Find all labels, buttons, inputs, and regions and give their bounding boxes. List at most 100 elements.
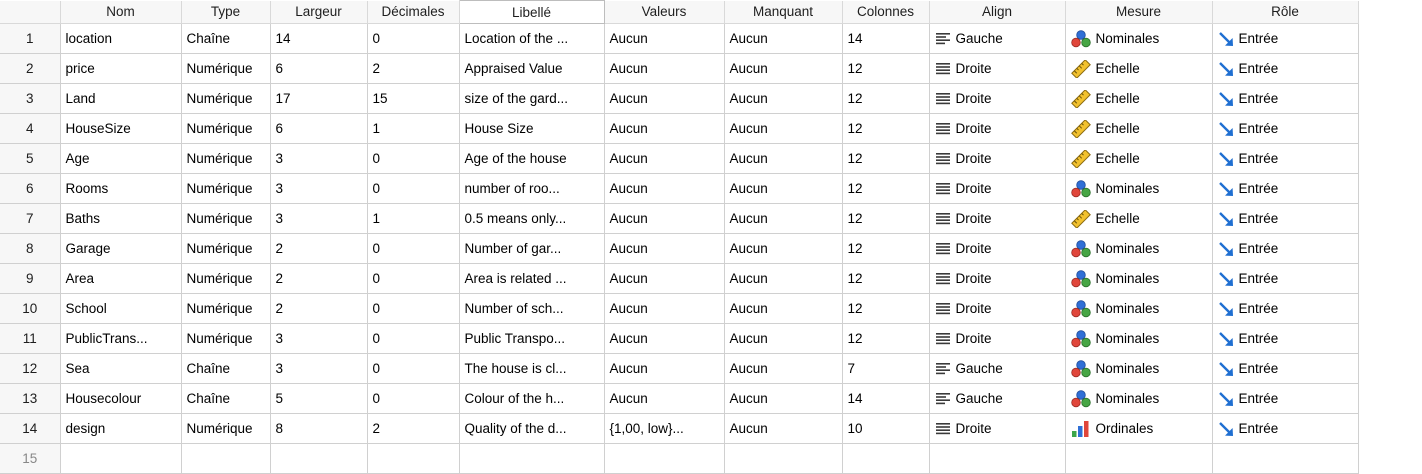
cell-align[interactable]: Droite xyxy=(929,143,1066,174)
cell-mesure[interactable]: Nominales xyxy=(1065,323,1213,354)
cell-colonnes[interactable]: 12 xyxy=(842,323,930,354)
cell-role[interactable]: Entrée xyxy=(1212,353,1359,384)
cell-nom[interactable]: location xyxy=(60,23,182,54)
column-header-colonnes[interactable]: Colonnes xyxy=(842,0,930,24)
cell-decimales[interactable]: 1 xyxy=(367,113,460,144)
cell-largeur[interactable]: 8 xyxy=(270,413,368,444)
cell-role[interactable]: Entrée xyxy=(1212,113,1359,144)
cell-largeur[interactable]: 3 xyxy=(270,353,368,384)
cell-nom[interactable]: Land xyxy=(60,83,182,114)
column-header-type[interactable]: Type xyxy=(181,0,271,24)
cell-nom[interactable]: PublicTrans... xyxy=(60,323,182,354)
cell-valeurs[interactable]: Aucun xyxy=(604,53,725,84)
cell-role[interactable]: Entrée xyxy=(1212,263,1359,294)
cell-colonnes[interactable]: 12 xyxy=(842,263,930,294)
cell-largeur[interactable]: 5 xyxy=(270,383,368,414)
cell-decimales[interactable]: 1 xyxy=(367,203,460,234)
cell-align[interactable]: Droite xyxy=(929,53,1066,84)
cell-decimales[interactable]: 0 xyxy=(367,323,460,354)
cell-nom[interactable]: price xyxy=(60,53,182,84)
cell-nom[interactable]: Housecolour xyxy=(60,383,182,414)
row-number[interactable]: 14 xyxy=(0,413,61,444)
cell-largeur[interactable]: 2 xyxy=(270,233,368,264)
cell-decimales[interactable]: 0 xyxy=(367,23,460,54)
cell-type[interactable]: Numérique xyxy=(181,203,271,234)
cell-role[interactable]: Entrée xyxy=(1212,143,1359,174)
cell-libelle[interactable]: Number of gar... xyxy=(459,233,605,264)
cell-valeurs[interactable]: Aucun xyxy=(604,383,725,414)
cell-align[interactable]: Droite xyxy=(929,203,1066,234)
cell-align[interactable]: Gauche xyxy=(929,23,1066,54)
cell-manquant[interactable]: Aucun xyxy=(724,323,843,354)
cell-align[interactable]: Droite xyxy=(929,173,1066,204)
row-number[interactable]: 4 xyxy=(0,113,61,144)
column-header-role[interactable]: Rôle xyxy=(1212,0,1359,24)
cell-type[interactable]: Numérique xyxy=(181,83,271,114)
cell-valeurs[interactable]: Aucun xyxy=(604,173,725,204)
cell-colonnes[interactable]: 14 xyxy=(842,383,930,414)
cell-mesure[interactable]: Nominales xyxy=(1065,353,1213,384)
cell-manquant[interactable]: Aucun xyxy=(724,173,843,204)
cell-decimales[interactable]: 0 xyxy=(367,143,460,174)
cell-mesure[interactable]: Echelle xyxy=(1065,83,1213,114)
empty-cell[interactable] xyxy=(60,443,182,474)
cell-largeur[interactable]: 14 xyxy=(270,23,368,54)
cell-nom[interactable]: Area xyxy=(60,263,182,294)
cell-mesure[interactable]: Nominales xyxy=(1065,263,1213,294)
column-header-nom[interactable]: Nom xyxy=(60,0,182,24)
cell-mesure[interactable]: Nominales xyxy=(1065,383,1213,414)
cell-mesure[interactable]: Nominales xyxy=(1065,233,1213,264)
cell-colonnes[interactable]: 12 xyxy=(842,233,930,264)
empty-cell[interactable] xyxy=(842,443,930,474)
row-number[interactable]: 7 xyxy=(0,203,61,234)
cell-mesure[interactable]: Nominales xyxy=(1065,173,1213,204)
cell-manquant[interactable]: Aucun xyxy=(724,293,843,324)
cell-manquant[interactable]: Aucun xyxy=(724,263,843,294)
cell-manquant[interactable]: Aucun xyxy=(724,203,843,234)
cell-colonnes[interactable]: 12 xyxy=(842,203,930,234)
cell-nom[interactable]: School xyxy=(60,293,182,324)
cell-decimales[interactable]: 0 xyxy=(367,173,460,204)
cell-role[interactable]: Entrée xyxy=(1212,413,1359,444)
row-number[interactable]: 12 xyxy=(0,353,61,384)
row-number[interactable]: 6 xyxy=(0,173,61,204)
cell-colonnes[interactable]: 12 xyxy=(842,293,930,324)
cell-mesure[interactable]: Echelle xyxy=(1065,53,1213,84)
cell-align[interactable]: Droite xyxy=(929,413,1066,444)
cell-valeurs[interactable]: Aucun xyxy=(604,83,725,114)
cell-libelle[interactable]: number of roo... xyxy=(459,173,605,204)
cell-libelle[interactable]: Location of the ... xyxy=(459,23,605,54)
cell-nom[interactable]: Garage xyxy=(60,233,182,264)
cell-valeurs[interactable]: Aucun xyxy=(604,233,725,264)
column-header-largeur[interactable]: Largeur xyxy=(270,0,368,24)
cell-align[interactable]: Droite xyxy=(929,233,1066,264)
cell-manquant[interactable]: Aucun xyxy=(724,143,843,174)
cell-decimales[interactable]: 0 xyxy=(367,293,460,324)
cell-decimales[interactable]: 2 xyxy=(367,53,460,84)
cell-decimales[interactable]: 0 xyxy=(367,353,460,384)
cell-type[interactable]: Chaîne xyxy=(181,23,271,54)
cell-manquant[interactable]: Aucun xyxy=(724,233,843,264)
column-header-valeurs[interactable]: Valeurs xyxy=(604,0,725,24)
cell-valeurs[interactable]: Aucun xyxy=(604,203,725,234)
cell-manquant[interactable]: Aucun xyxy=(724,383,843,414)
cell-mesure[interactable]: Nominales xyxy=(1065,293,1213,324)
empty-cell[interactable] xyxy=(929,443,1066,474)
cell-colonnes[interactable]: 7 xyxy=(842,353,930,384)
cell-colonnes[interactable]: 12 xyxy=(842,53,930,84)
row-number[interactable]: 3 xyxy=(0,83,61,114)
cell-manquant[interactable]: Aucun xyxy=(724,53,843,84)
cell-decimales[interactable]: 0 xyxy=(367,233,460,264)
cell-role[interactable]: Entrée xyxy=(1212,203,1359,234)
cell-mesure[interactable]: Echelle xyxy=(1065,113,1213,144)
cell-colonnes[interactable]: 10 xyxy=(842,413,930,444)
cell-mesure[interactable]: Nominales xyxy=(1065,23,1213,54)
corner-header[interactable] xyxy=(0,0,61,24)
cell-decimales[interactable]: 15 xyxy=(367,83,460,114)
row-number[interactable]: 5 xyxy=(0,143,61,174)
cell-libelle[interactable]: Age of the house xyxy=(459,143,605,174)
row-number[interactable]: 13 xyxy=(0,383,61,414)
cell-role[interactable]: Entrée xyxy=(1212,53,1359,84)
cell-colonnes[interactable]: 12 xyxy=(842,113,930,144)
column-header-decimales[interactable]: Décimales xyxy=(367,0,460,24)
